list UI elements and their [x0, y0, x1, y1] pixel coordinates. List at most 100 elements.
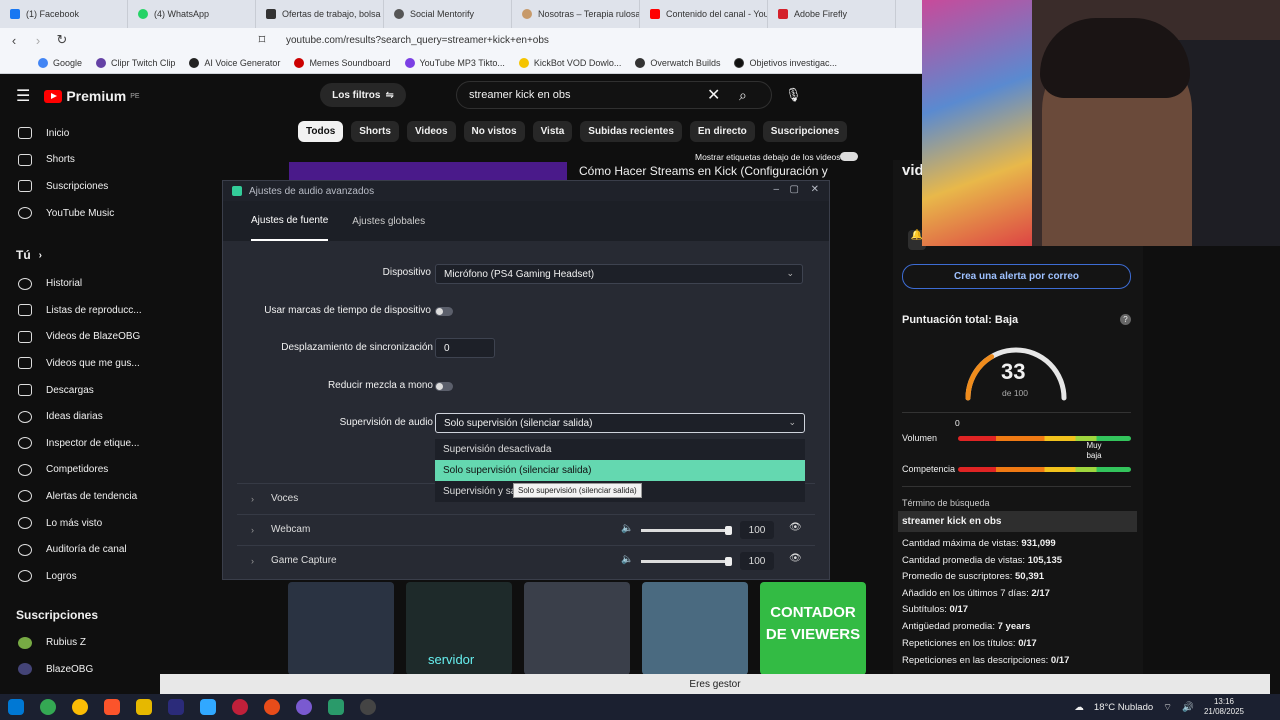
expand-icon[interactable]: ›: [251, 525, 271, 535]
microphone-icon[interactable]: 🎙: [785, 87, 802, 103]
sidebar-item-shorts[interactable]: Shorts: [0, 147, 150, 174]
clock[interactable]: 13:16 21/08/2025: [1204, 697, 1244, 717]
bookmark-icon[interactable]: ⌑: [252, 32, 272, 48]
youtube-logo[interactable]: Premium PE: [44, 88, 140, 104]
video-thumbnail[interactable]: CONTADOR DE VIEWERS: [760, 582, 866, 675]
close-icon[interactable]: ✕: [811, 184, 819, 195]
search-input[interactable]: streamer kick en obs ✕ ⌕: [456, 81, 772, 109]
volume-input[interactable]: 100: [740, 552, 774, 570]
tab-source-settings[interactable]: Ajustes de fuente: [251, 201, 329, 241]
expand-icon[interactable]: ›: [251, 494, 271, 504]
sidebar-item-channel-audit[interactable]: Auditoría de canal: [0, 536, 150, 563]
volume-slider[interactable]: [641, 526, 732, 535]
speaker-icon[interactable]: 🔈: [621, 554, 633, 565]
show-labels-toggle[interactable]: [840, 152, 858, 161]
chip[interactable]: Suscripciones: [762, 121, 848, 142]
chrome-icon[interactable]: [72, 699, 88, 715]
forward-icon[interactable]: ›: [28, 33, 48, 48]
mono-toggle[interactable]: [435, 382, 453, 391]
browser-tab[interactable]: Ofertas de trabajo, bolsa d: [256, 0, 384, 28]
wifi-icon[interactable]: ⌔: [1163, 702, 1172, 713]
chip[interactable]: En directo: [689, 121, 755, 142]
create-email-alert-button[interactable]: Crea una alerta por correo: [902, 264, 1131, 289]
chip[interactable]: Shorts: [351, 121, 399, 142]
search-icon[interactable]: ⌕: [739, 87, 747, 104]
device-select[interactable]: Micrófono (PS4 Gaming Headset) ⌄: [435, 264, 803, 284]
volume-icon[interactable]: 🔊: [1182, 702, 1194, 713]
browser-tab[interactable]: (1) Facebook: [0, 0, 128, 28]
tab-global-settings[interactable]: Ajustes globales: [352, 201, 425, 241]
sidebar-item-inicio[interactable]: Inicio: [0, 120, 150, 147]
help-icon[interactable]: ?: [1120, 314, 1131, 325]
sidebar-item-ideas[interactable]: Ideas diarias: [0, 403, 150, 430]
sync-offset-input[interactable]: 0: [435, 338, 495, 358]
weather-text[interactable]: 18°C Nublado: [1094, 702, 1153, 713]
video-thumbnail[interactable]: [288, 582, 394, 675]
reload-icon[interactable]: ↻: [52, 32, 72, 48]
bookmark-item[interactable]: YouTube MP3 Tikto...: [404, 57, 505, 68]
chip[interactable]: No vistos: [463, 121, 525, 142]
sidebar-item-downloads[interactable]: Descargas: [0, 377, 150, 404]
sidebar-item-music[interactable]: YouTube Music: [0, 200, 150, 227]
source-row-webcam[interactable]: › Webcam 🔈 100 👁: [237, 514, 815, 544]
premiere-icon[interactable]: [168, 699, 184, 715]
obs-icon[interactable]: [328, 699, 344, 715]
back-icon[interactable]: ‹: [4, 33, 24, 48]
sidebar-item-inspector[interactable]: Inspector de etique...: [0, 430, 150, 457]
eye-icon[interactable]: 👁: [789, 553, 802, 564]
folder-icon[interactable]: [136, 699, 152, 715]
bookmark-item[interactable]: KickBot VOD Dowlo...: [518, 57, 621, 68]
minimize-icon[interactable]: –: [773, 184, 779, 195]
chip[interactable]: Videos: [406, 121, 456, 142]
davinci-icon[interactable]: [232, 699, 248, 715]
browser-tab[interactable]: Social Mentorify: [384, 0, 512, 28]
clear-icon[interactable]: ✕: [707, 85, 720, 105]
expand-icon[interactable]: ›: [251, 556, 271, 566]
sidebar-item-trend-alerts[interactable]: Alertas de tendencia: [0, 483, 150, 510]
bookmark-item[interactable]: Memes Soundboard: [294, 57, 391, 68]
timestamps-toggle[interactable]: [435, 307, 453, 316]
sidebar-item-suscripciones[interactable]: Suscripciones: [0, 173, 150, 200]
eye-icon[interactable]: 👁: [789, 522, 802, 533]
you-section-title[interactable]: Tú ›: [0, 240, 150, 270]
sidebar-item-my-videos[interactable]: Videos de BlazeOBG: [0, 324, 150, 351]
browser-tab[interactable]: Nosotras – Terapia rulosa: [512, 0, 640, 28]
dropdown-option-selected[interactable]: Solo supervisión (silenciar salida): [435, 460, 805, 481]
source-row-game-capture[interactable]: › Game Capture 🔈 100 👁: [237, 545, 815, 575]
video-thumbnail[interactable]: [642, 582, 748, 675]
windows-start-icon[interactable]: [8, 699, 24, 715]
maximize-icon[interactable]: ▢: [790, 184, 799, 195]
bookmark-item[interactable]: Google: [38, 57, 82, 68]
sidebar-item-competitors[interactable]: Competidores: [0, 457, 150, 484]
dropdown-option[interactable]: Supervisión desactivada: [435, 439, 805, 460]
video-thumbnail[interactable]: servidor: [406, 582, 512, 675]
bookmark-item[interactable]: Clipr Twitch Clip: [96, 57, 175, 68]
menu-icon[interactable]: ☰: [16, 86, 30, 106]
bookmark-item[interactable]: AI Voice Generator: [189, 57, 280, 68]
brave-icon[interactable]: [104, 699, 120, 715]
audio-monitoring-select[interactable]: Solo supervisión (silenciar salida) ⌄: [435, 413, 805, 433]
volume-input[interactable]: 100: [740, 521, 774, 539]
chip[interactable]: Vista: [532, 121, 573, 142]
chip[interactable]: Subidas recientes: [580, 121, 682, 142]
chip[interactable]: Todos: [298, 121, 344, 142]
edge-icon[interactable]: [40, 699, 56, 715]
video-title[interactable]: Cómo Hacer Streams en Kick (Configuració…: [579, 164, 828, 178]
bookmark-item[interactable]: Overwatch Builds: [635, 57, 720, 68]
discord-icon[interactable]: [296, 699, 312, 715]
speaker-icon[interactable]: 🔈: [621, 523, 633, 534]
sidebar-item-most-viewed[interactable]: Lo más visto: [0, 510, 150, 537]
bookmark-item[interactable]: Objetivos investigac...: [734, 57, 837, 68]
browser-tab[interactable]: Contenido del canal - You: [640, 0, 768, 28]
sidebar-item-historial[interactable]: Historial: [0, 270, 150, 297]
sidebar-item-achievements[interactable]: Logros: [0, 563, 150, 590]
opera-icon[interactable]: [264, 699, 280, 715]
sidebar-item-playlists[interactable]: Listas de reproducc...: [0, 297, 150, 324]
subscription-item[interactable]: Rubius Z: [0, 630, 150, 657]
url-field[interactable]: youtube.com/results?search_query=streame…: [286, 35, 549, 46]
subscription-item[interactable]: BlazeOBG: [0, 656, 150, 683]
filters-button[interactable]: Los filtros ⇋: [320, 83, 406, 107]
obs-studio-icon[interactable]: [360, 699, 376, 715]
sidebar-item-liked[interactable]: Videos que me gus...: [0, 350, 150, 377]
video-thumbnail[interactable]: [524, 582, 630, 675]
